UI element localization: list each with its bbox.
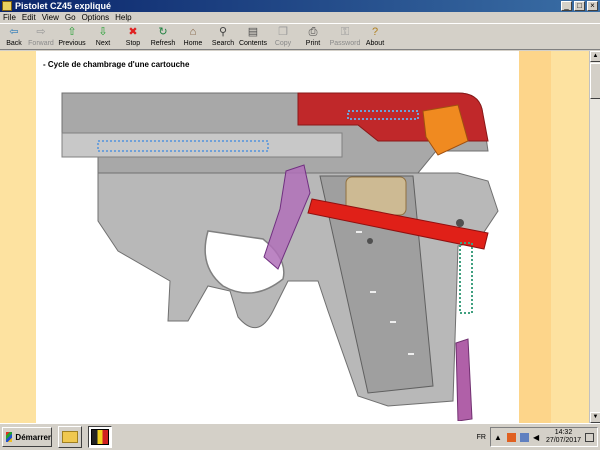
title-bar: Pistolet CZ45 expliqué _ □ × xyxy=(0,0,600,12)
minimize-button[interactable]: _ xyxy=(561,1,572,11)
toolbar-label: Refresh xyxy=(150,40,176,47)
grip-slot xyxy=(356,231,362,233)
toolbar-label: Password xyxy=(329,40,361,47)
toolbar-label: Search xyxy=(211,40,235,47)
taskbar-app-button[interactable] xyxy=(88,426,112,448)
toolbar-label: About xyxy=(365,40,385,47)
toolbar-previous-button[interactable]: ⇧ Previous xyxy=(56,24,88,50)
arrow-up-icon[interactable]: ▲ xyxy=(494,433,503,442)
volume-icon[interactable]: ◀ xyxy=(533,433,542,442)
toolbar-contents-button[interactable]: ▤ Contents xyxy=(238,24,268,50)
search-icon: ⚲ xyxy=(218,26,228,38)
toolbar-label: Previous xyxy=(58,40,86,47)
menu-file[interactable]: File xyxy=(0,13,19,22)
grip-slot xyxy=(408,353,414,355)
barrel xyxy=(61,132,343,158)
right-margin xyxy=(519,51,589,423)
menu-options[interactable]: Options xyxy=(79,13,113,22)
flag-icon[interactable] xyxy=(506,432,516,442)
start-button[interactable]: Démarrer xyxy=(2,427,52,447)
back-arrow-icon: ⇦ xyxy=(9,26,19,38)
clock-date: 27/07/2017 xyxy=(545,437,581,444)
page-caption: - Cycle de chambrage d'une cartouche xyxy=(43,60,190,69)
help-page: - Cycle de chambrage d'une cartouche xyxy=(36,51,519,423)
toolbar-print-button[interactable]: ⎙ Print xyxy=(298,24,328,50)
menu-help[interactable]: Help xyxy=(112,13,134,22)
toolbar-search-button[interactable]: ⚲ Search xyxy=(208,24,238,50)
maximize-button[interactable]: □ xyxy=(574,1,585,11)
down-arrow-icon: ⇩ xyxy=(98,26,108,38)
forward-arrow-icon: ⇨ xyxy=(36,26,46,38)
vertical-scrollbar[interactable]: ▲ ▼ xyxy=(589,51,600,423)
scroll-thumb[interactable] xyxy=(590,63,600,99)
toolbar-label: Forward xyxy=(28,40,54,47)
print-icon: ⎙ xyxy=(308,26,318,38)
toolbar-next-button[interactable]: ⇩ Next xyxy=(88,24,118,50)
folder-icon xyxy=(62,431,78,443)
network-icon[interactable] xyxy=(519,432,529,442)
start-label: Démarrer xyxy=(15,432,51,442)
toolbar-stop-button[interactable]: ✖ Stop xyxy=(118,24,148,50)
pivot-pin xyxy=(456,219,464,227)
toolbar-label: Next xyxy=(95,40,111,47)
pivot-pin xyxy=(367,238,373,244)
toolbar-label: Copy xyxy=(274,40,292,47)
toolbar-password-button[interactable]: ⚿ Password xyxy=(328,24,362,50)
up-arrow-icon: ⇧ xyxy=(67,26,77,38)
toolbar-copy-button[interactable]: ❐ Copy xyxy=(268,24,298,50)
scroll-down-button[interactable]: ▼ xyxy=(590,412,600,423)
taskbar-explorer-button[interactable] xyxy=(58,426,82,448)
close-button[interactable]: × xyxy=(587,1,598,11)
app-tile-icon xyxy=(91,429,109,445)
toolbar: ⇦ Back ⇨ Forward ⇧ Previous ⇩ Next ✖ Stop ↻ Refresh… xyxy=(0,23,600,50)
refresh-icon: ↻ xyxy=(158,26,168,38)
clock[interactable]: 14:32 27/07/2017 xyxy=(546,429,581,445)
sear-spring xyxy=(459,242,473,314)
toolbar-home-button[interactable]: ⌂ Home xyxy=(178,24,208,50)
toolbar-label: Print xyxy=(305,40,321,47)
toolbar-label: Contents xyxy=(238,40,268,47)
toolbar-label: Back xyxy=(6,40,22,47)
system-tray: ▲ ◀ 14:32 27/07/2017 xyxy=(489,427,598,447)
windows-logo-icon xyxy=(6,432,13,442)
toolbar-back-button[interactable]: ⇦ Back xyxy=(2,24,26,50)
app-icon xyxy=(2,1,12,11)
clock-time: 14:32 xyxy=(554,429,573,436)
grip-slot xyxy=(370,291,376,293)
magazine-catch xyxy=(455,338,473,421)
menu-view[interactable]: View xyxy=(39,13,62,22)
window-title: Pistolet CZ45 expliqué xyxy=(15,1,112,11)
left-margin xyxy=(0,51,36,423)
menu-go[interactable]: Go xyxy=(62,13,79,22)
app-window: Pistolet CZ45 expliqué _ □ × File Edit V… xyxy=(0,0,600,423)
content-area: - Cycle de chambrage d'une cartouche xyxy=(0,51,589,423)
grip-slot xyxy=(390,321,396,323)
pistol-diagram xyxy=(61,92,499,421)
notification-icon[interactable] xyxy=(585,432,594,442)
key-icon: ⚿ xyxy=(340,26,350,38)
scroll-up-button[interactable]: ▲ xyxy=(590,51,600,62)
home-icon: ⌂ xyxy=(189,26,197,38)
menu-edit[interactable]: Edit xyxy=(19,13,39,22)
toolbar-about-button[interactable]: ? About xyxy=(362,24,388,50)
taskbar: Démarrer FR ▲ ◀ 14:32 27/07/2017 xyxy=(0,423,600,450)
toolbar-refresh-button[interactable]: ↻ Refresh xyxy=(148,24,178,50)
menu-bar: File Edit View Go Options Help xyxy=(0,12,600,23)
language-indicator[interactable]: FR xyxy=(477,434,486,441)
toolbar-label: Home xyxy=(183,40,203,47)
contents-icon: ▤ xyxy=(247,26,259,38)
toolbar-label: Stop xyxy=(125,40,141,47)
about-icon: ? xyxy=(371,26,379,38)
copy-icon: ❐ xyxy=(278,26,288,38)
toolbar-forward-button[interactable]: ⇨ Forward xyxy=(26,24,56,50)
stop-icon: ✖ xyxy=(128,26,138,38)
